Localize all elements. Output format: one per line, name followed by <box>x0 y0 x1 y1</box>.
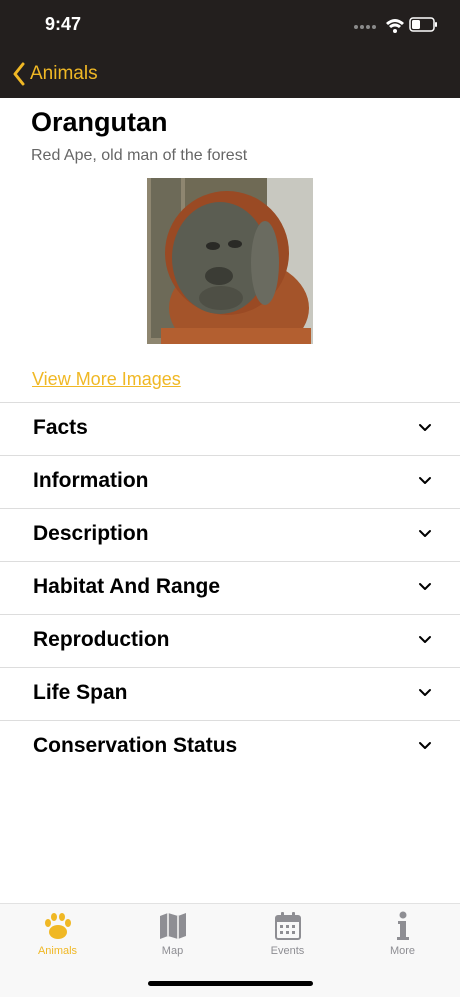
wifi-icon <box>386 19 404 33</box>
section-label: Conservation Status <box>33 734 238 757</box>
info-icon <box>396 911 409 940</box>
section-conservation-status[interactable]: Conservation Status <box>0 720 460 773</box>
chevron-down-icon <box>419 530 431 537</box>
section-facts[interactable]: Facts <box>0 402 460 455</box>
section-life-span[interactable]: Life Span <box>0 667 460 720</box>
page-title: Orangutan <box>31 107 168 137</box>
chevron-down-icon <box>419 477 431 484</box>
section-label: Facts <box>33 416 88 439</box>
section-label: Description <box>33 522 149 545</box>
animal-photo[interactable] <box>147 178 313 344</box>
paw-icon <box>44 913 71 939</box>
tab-map[interactable]: Map <box>115 910 230 966</box>
tab-label: Map <box>161 945 184 957</box>
section-reproduction[interactable]: Reproduction <box>0 614 460 667</box>
chevron-down-icon <box>419 689 431 696</box>
chevron-down-icon <box>419 742 431 749</box>
map-icon <box>159 913 186 939</box>
status-time: 9:47 <box>45 14 82 34</box>
section-information[interactable]: Information <box>0 455 460 508</box>
cellular-signal-icon <box>354 25 376 29</box>
back-button-label: Animals <box>30 63 98 84</box>
tab-label: Animals <box>37 945 78 957</box>
status-icons <box>352 15 438 35</box>
chevron-down-icon <box>419 583 431 590</box>
calendar-icon <box>274 912 301 940</box>
navigation-bar: Animals <box>0 50 460 98</box>
section-habitat-and-range[interactable]: Habitat And Range <box>0 561 460 614</box>
section-description[interactable]: Description <box>0 508 460 561</box>
chevron-left-icon <box>13 62 25 86</box>
tab-animals[interactable]: Animals <box>0 910 115 966</box>
section-label: Reproduction <box>33 628 170 651</box>
tab-label: More <box>389 945 416 957</box>
page-subtitle: Red Ape, old man of the forest <box>31 147 248 164</box>
status-bar: 9:47 <box>0 0 460 50</box>
home-indicator <box>148 981 313 986</box>
chevron-down-icon <box>419 636 431 643</box>
section-list: Facts Information Description Habitat An… <box>0 402 460 773</box>
chevron-down-icon <box>419 424 431 431</box>
view-more-images-link[interactable]: View More Images <box>32 369 181 390</box>
tab-label: Events <box>270 945 305 957</box>
back-button[interactable]: Animals <box>12 60 98 88</box>
battery-icon <box>409 17 437 32</box>
section-label: Life Span <box>33 681 128 704</box>
section-label: Information <box>33 469 149 492</box>
tab-more[interactable]: More <box>345 910 460 966</box>
tab-events[interactable]: Events <box>230 910 345 966</box>
section-label: Habitat And Range <box>33 575 221 598</box>
